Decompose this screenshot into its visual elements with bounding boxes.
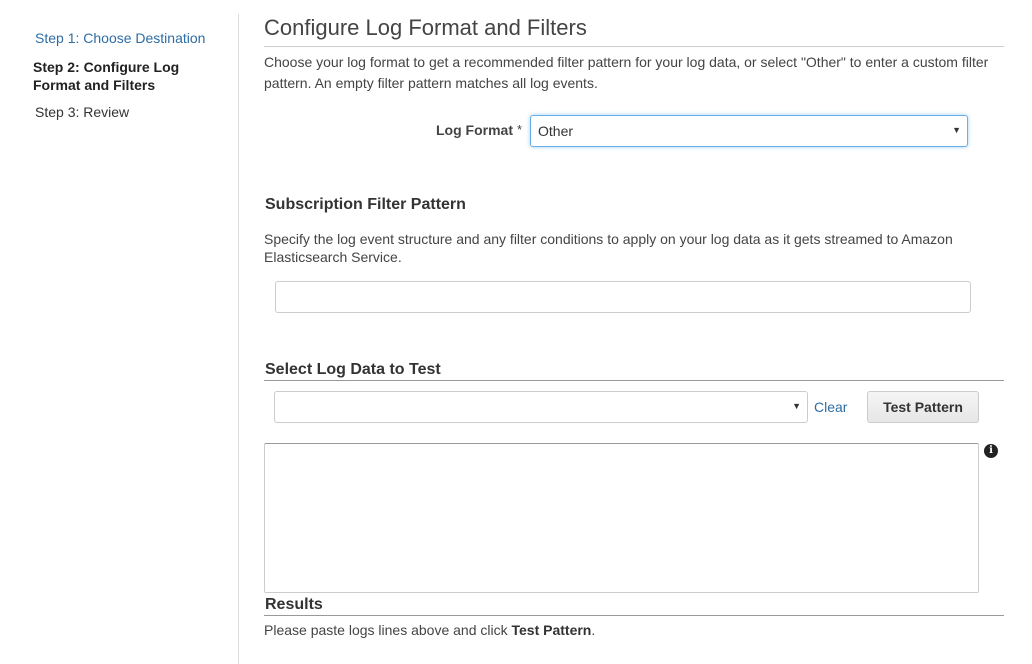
log-format-selected-value: Other	[538, 123, 574, 139]
log-format-select[interactable]: Other ▼	[530, 115, 968, 147]
test-pattern-button[interactable]: Test Pattern	[867, 391, 979, 423]
results-heading: Results	[265, 596, 323, 613]
test-section-divider	[264, 380, 1004, 381]
chevron-down-icon: ▼	[792, 401, 801, 411]
filter-pattern-input[interactable]	[275, 281, 971, 313]
results-divider	[264, 615, 1004, 616]
info-icon[interactable]: i	[984, 444, 998, 458]
wizard-step-review[interactable]: Step 3: Review	[35, 103, 129, 121]
results-message: Please paste logs lines above and click …	[264, 622, 595, 638]
required-marker: *	[517, 122, 523, 137]
sidebar-divider	[238, 14, 239, 664]
log-data-select[interactable]: ▼	[274, 391, 808, 423]
clear-link[interactable]: Clear	[814, 399, 847, 415]
subscription-filter-description: Specify the log event structure and any …	[264, 231, 953, 265]
wizard-sidebar: Step 1: Choose Destination Step 2: Confi…	[0, 0, 238, 664]
log-lines-textarea[interactable]	[264, 443, 979, 593]
wizard-step-choose-destination[interactable]: Step 1: Choose Destination	[35, 29, 205, 47]
results-message-prefix: Please paste logs lines above and click	[264, 622, 512, 638]
intro-text: Choose your log format to get a recommen…	[264, 54, 989, 91]
title-divider	[264, 46, 1004, 47]
test-log-data-heading: Select Log Data to Test	[265, 361, 441, 378]
wizard-step-configure-log-format: Step 2: Configure Log Format and Filters	[33, 59, 180, 93]
log-format-label: Log Format	[436, 122, 513, 138]
page-title: Configure Log Format and Filters	[264, 15, 587, 40]
app-root: Step 1: Choose Destination Step 2: Confi…	[0, 0, 1032, 664]
chevron-down-icon: ▼	[952, 125, 961, 135]
results-message-suffix: .	[591, 622, 596, 638]
subscription-filter-heading: Subscription Filter Pattern	[265, 196, 466, 213]
results-message-button-ref: Test Pattern	[511, 622, 592, 638]
